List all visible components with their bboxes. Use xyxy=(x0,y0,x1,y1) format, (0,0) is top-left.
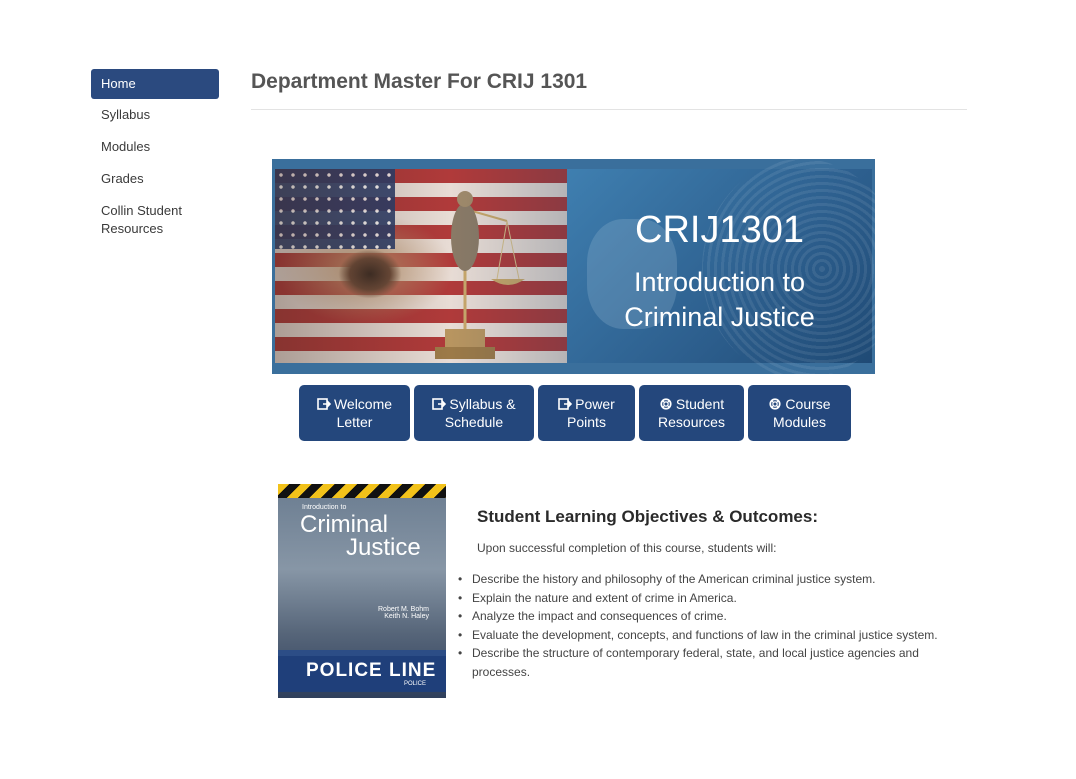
book-authors: Robert M. Bohm Keith N. Haley xyxy=(378,606,429,620)
syllabus-schedule-button[interactable]: Syllabus & Schedule xyxy=(414,385,534,441)
page-title: Department Master For CRIJ 1301 xyxy=(251,70,588,93)
objectives-list: Describe the history and philosophy of t… xyxy=(458,570,972,681)
student-resources-button[interactable]: Student Resources xyxy=(639,385,744,441)
caution-stripe xyxy=(278,484,446,498)
banner-course-name: Introduction to Criminal Justice xyxy=(624,267,815,332)
sidebar-item-grades[interactable]: Grades xyxy=(91,163,219,195)
life-ring-icon xyxy=(660,398,672,410)
banner-course-code: CRIJ1301 xyxy=(635,209,804,251)
sidebar-item-modules[interactable]: Modules xyxy=(91,131,219,163)
list-item: Evaluate the development, concepts, and … xyxy=(458,626,972,645)
external-link-icon xyxy=(558,398,573,410)
list-item: Explain the nature and extent of crime i… xyxy=(458,589,972,608)
sidebar-nav: Home Syllabus Modules Grades Collin Stud… xyxy=(91,69,219,245)
power-points-button[interactable]: Power Points xyxy=(538,385,635,441)
external-link-icon xyxy=(317,398,331,410)
welcome-letter-button[interactable]: Welcome Letter xyxy=(299,385,410,441)
list-item: Describe the history and philosophy of t… xyxy=(458,570,972,589)
list-item: Analyze the impact and consequences of c… xyxy=(458,607,972,626)
sidebar-item-syllabus[interactable]: Syllabus xyxy=(91,99,219,131)
title-divider xyxy=(251,109,967,110)
textbook-cover: Introduction to Criminal Justice Robert … xyxy=(278,484,446,698)
external-link-icon xyxy=(432,398,447,410)
course-banner: CRIJ1301 Introduction to Criminal Justic… xyxy=(272,159,875,374)
sidebar-item-home[interactable]: Home xyxy=(91,69,219,99)
banner-fingerprint-panel: CRIJ1301 Introduction to Criminal Justic… xyxy=(567,159,875,374)
course-modules-button[interactable]: Course Modules xyxy=(748,385,851,441)
list-item: Describe the structure of contemporary f… xyxy=(458,644,972,681)
objectives-intro: Upon successful completion of this cours… xyxy=(477,541,777,555)
banner-justice-image xyxy=(275,169,567,363)
objectives-heading: Student Learning Objectives & Outcomes: xyxy=(477,507,819,526)
life-ring-icon xyxy=(769,398,781,410)
sidebar-item-collin-student-resources[interactable]: Collin Student Resources xyxy=(91,195,219,245)
